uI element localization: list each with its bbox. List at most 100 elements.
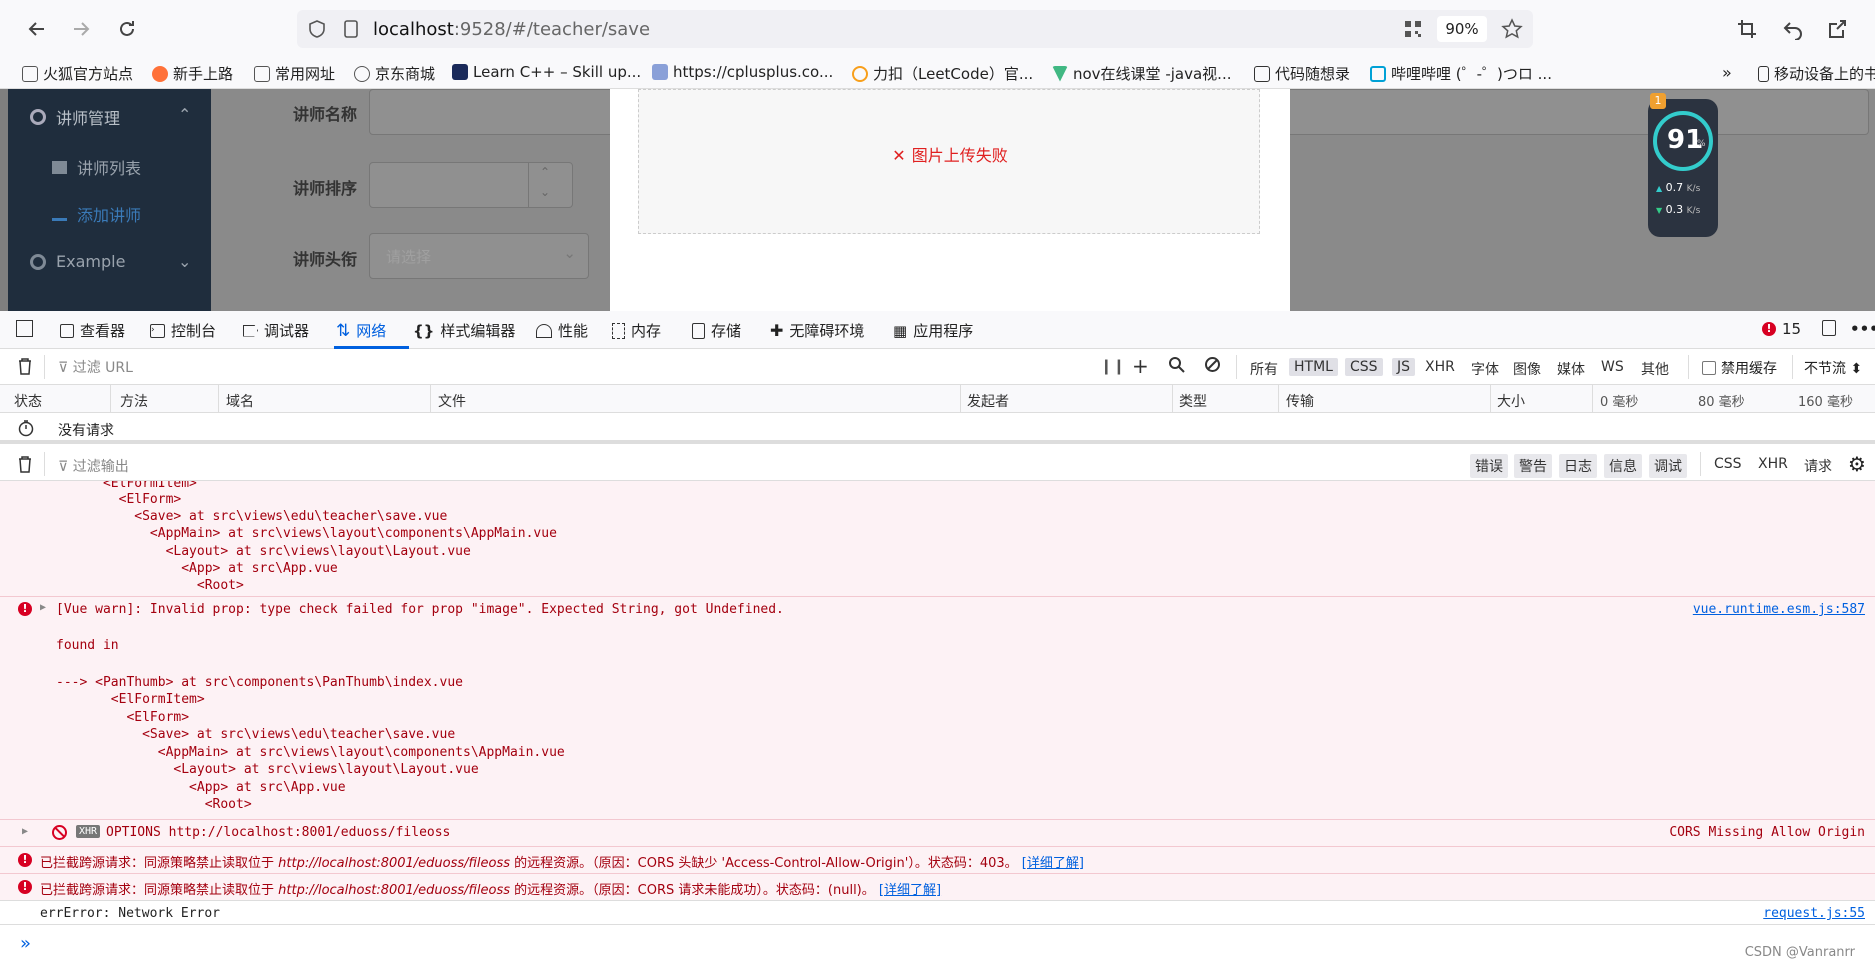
bookmark-item[interactable]: 代码随想录 bbox=[1254, 63, 1350, 84]
search-icon[interactable] bbox=[1168, 356, 1185, 377]
bookmark-item[interactable]: https://cplusplus.co... bbox=[652, 63, 833, 81]
accessibility-icon: ✚ bbox=[770, 321, 784, 340]
filter-css-console[interactable]: CSS bbox=[1714, 456, 1742, 472]
console-output: <ElFormItem> <ElForm> <Save> at src\view… bbox=[0, 481, 1875, 965]
console-input[interactable]: » CSDN @Vanranrr bbox=[0, 924, 1875, 965]
grid-icon: ▦ bbox=[893, 321, 908, 340]
error-count-badge[interactable]: ! 15 bbox=[1762, 320, 1801, 338]
level-errors[interactable]: 错误 bbox=[1470, 454, 1508, 478]
bookmark-item[interactable]: nov在线课堂 -java视... bbox=[1052, 63, 1231, 84]
col-initiator[interactable]: 发起者 bbox=[967, 391, 1009, 411]
disable-cache-checkbox[interactable]: 禁用缓存 bbox=[1702, 358, 1777, 378]
filter-css[interactable]: CSS bbox=[1345, 358, 1383, 376]
level-logs[interactable]: 日志 bbox=[1559, 454, 1597, 478]
tab-inspector[interactable]: 查看器 bbox=[60, 320, 125, 341]
learn-more-link[interactable]: [详细了解] bbox=[879, 883, 941, 898]
tab-application[interactable]: ▦ 应用程序 bbox=[893, 320, 973, 341]
filter-fonts[interactable]: 字体 bbox=[1466, 358, 1504, 380]
bookmark-item[interactable]: 火狐官方站点 bbox=[22, 63, 133, 84]
back-button[interactable] bbox=[22, 14, 52, 44]
qr-code-icon[interactable] bbox=[1403, 19, 1423, 39]
bookmark-item[interactable]: 力扣（LeetCode）官... bbox=[852, 63, 1033, 84]
tab-debugger[interactable]: 调试器 bbox=[243, 320, 309, 341]
trash-icon[interactable] bbox=[17, 357, 33, 379]
filter-all[interactable]: 所有 bbox=[1245, 358, 1283, 380]
col-type[interactable]: 类型 bbox=[1179, 391, 1207, 411]
shield-icon bbox=[309, 20, 325, 38]
throttle-select[interactable]: 不节流 ⬍ bbox=[1804, 358, 1862, 378]
filter-requests-console[interactable]: 请求 bbox=[1804, 456, 1832, 476]
filter-js[interactable]: JS bbox=[1392, 358, 1416, 376]
col-file[interactable]: 文件 bbox=[438, 391, 466, 411]
url-bar[interactable]: localhost:9528/#/teacher/save 90% bbox=[297, 10, 1533, 48]
filter-media[interactable]: 媒体 bbox=[1552, 358, 1590, 380]
pause-icon[interactable]: ❙❙ bbox=[1100, 357, 1125, 375]
plus-icon[interactable]: + bbox=[1132, 354, 1149, 378]
filter-ws[interactable]: WS bbox=[1596, 358, 1629, 376]
filter-xhr-console[interactable]: XHR bbox=[1758, 456, 1788, 472]
share-icon[interactable] bbox=[1826, 18, 1848, 40]
level-debug[interactable]: 调试 bbox=[1649, 454, 1687, 478]
stepper-up-icon[interactable]: ⌃ bbox=[540, 165, 550, 179]
block-icon[interactable] bbox=[1204, 356, 1221, 377]
xhr-request-row[interactable]: ▶ XHR OPTIONS http://localhost:8001/eduo… bbox=[0, 820, 1875, 846]
gear-icon[interactable]: ⚙ bbox=[1848, 452, 1866, 476]
dock-toggle-button[interactable] bbox=[1822, 320, 1836, 336]
filter-other[interactable]: 其他 bbox=[1636, 358, 1674, 380]
vue-icon bbox=[1052, 65, 1068, 82]
col-domain[interactable]: 域名 bbox=[226, 391, 254, 411]
widget-badge: 1 bbox=[1650, 93, 1666, 109]
request-source-link[interactable]: request.js:55 bbox=[1763, 906, 1865, 921]
trash-icon[interactable] bbox=[17, 455, 33, 477]
reload-button[interactable] bbox=[112, 14, 142, 44]
col-status[interactable]: 状态 bbox=[14, 391, 42, 411]
expand-triangle-icon[interactable]: ▶ bbox=[40, 602, 46, 613]
filter-xhr[interactable]: XHR bbox=[1420, 358, 1460, 376]
stepper-down-icon[interactable]: ⌄ bbox=[540, 185, 550, 199]
filter-output-input[interactable]: ⊽ 过滤输出 bbox=[58, 456, 129, 476]
bookmark-item[interactable]: 移动设备上的书 bbox=[1758, 63, 1875, 84]
bookmark-item[interactable]: 新手上路 bbox=[152, 63, 233, 84]
bookmark-item[interactable]: 常用网址 bbox=[254, 63, 335, 84]
screenshot-crop-icon[interactable] bbox=[1736, 18, 1758, 40]
bookmark-item[interactable]: 京东商城 bbox=[354, 63, 435, 84]
tab-accessibility[interactable]: ✚ 无障碍环境 bbox=[770, 320, 864, 341]
level-info[interactable]: 信息 bbox=[1604, 454, 1642, 478]
close-icon: ✕ bbox=[892, 146, 906, 165]
tab-memory[interactable]: 内存 bbox=[612, 320, 661, 341]
sidebar-item-add-teacher[interactable]: 添加讲师 bbox=[52, 202, 141, 226]
image-upload-area[interactable]: ✕ 图片上传失败 bbox=[638, 89, 1260, 234]
element-picker-button[interactable] bbox=[16, 320, 33, 337]
warn-source-link[interactable]: vue.runtime.esm.js:587 bbox=[1693, 602, 1865, 617]
level-warnings[interactable]: 警告 bbox=[1514, 454, 1552, 478]
col-method[interactable]: 方法 bbox=[120, 391, 148, 411]
col-transferred[interactable]: 传输 bbox=[1286, 391, 1314, 411]
zoom-level[interactable]: 90% bbox=[1437, 16, 1487, 42]
tab-network[interactable]: ⇅ 网络 bbox=[336, 320, 386, 341]
tab-storage[interactable]: 存储 bbox=[692, 320, 741, 341]
sidebar-item-teacher-list[interactable]: 讲师列表 bbox=[52, 155, 141, 179]
forward-button[interactable] bbox=[66, 14, 96, 44]
teacher-level-select[interactable]: 请选择 ⌄ bbox=[369, 233, 589, 279]
filter-html[interactable]: HTML bbox=[1289, 358, 1338, 376]
expand-triangle-icon[interactable]: ▶ bbox=[22, 826, 28, 837]
devtools-menu-button[interactable]: ••• bbox=[1850, 320, 1875, 338]
bookmarks-bar: 火狐官方站点 新手上路 常用网址 京东商城 Learn C++ – Skill … bbox=[0, 57, 1875, 89]
tab-style-editor[interactable]: {} 样式编辑器 bbox=[413, 320, 515, 341]
upload-speed: ▲ 0.7 K/s bbox=[1656, 181, 1701, 194]
teacher-sort-stepper[interactable]: ⌃ ⌄ bbox=[369, 162, 573, 208]
bookmark-item[interactable]: Learn C++ – Skill up... bbox=[452, 63, 641, 81]
more-bookmarks-button[interactable]: » bbox=[1722, 63, 1732, 82]
learn-more-link[interactable]: [详细了解] bbox=[1022, 856, 1084, 871]
sidebar-group-example[interactable]: Example bbox=[30, 252, 125, 271]
filter-icon: ⊽ bbox=[58, 459, 69, 475]
tab-performance[interactable]: 性能 bbox=[536, 320, 588, 341]
bookmark-item[interactable]: 哔哩哔哩 (゜-゜)つロ ... bbox=[1370, 63, 1552, 84]
filter-url-input[interactable]: ⊽ 过滤 URL bbox=[58, 357, 133, 377]
star-icon[interactable] bbox=[1501, 18, 1523, 40]
sidebar-group-teacher[interactable]: 讲师管理 bbox=[30, 105, 120, 129]
col-size[interactable]: 大小 bbox=[1497, 391, 1525, 411]
tab-console[interactable]: › 控制台 bbox=[150, 320, 216, 341]
filter-images[interactable]: 图像 bbox=[1508, 358, 1546, 380]
undo-icon[interactable] bbox=[1782, 18, 1804, 40]
